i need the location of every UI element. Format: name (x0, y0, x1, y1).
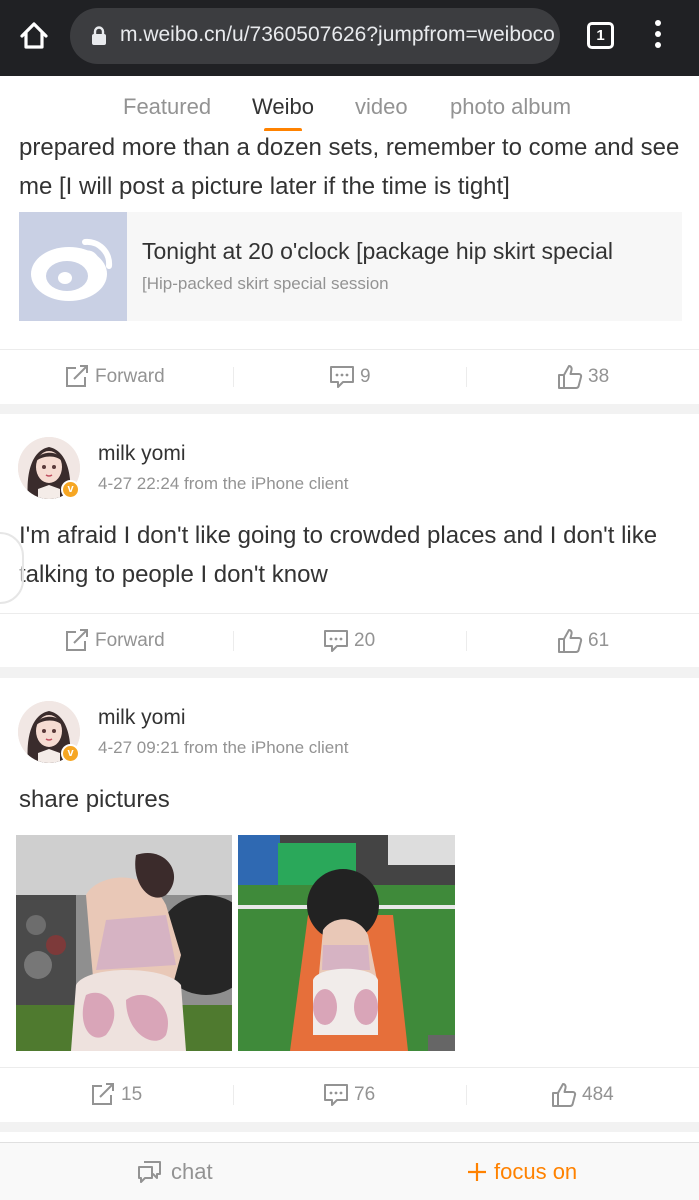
tabs-icon[interactable]: 1 (587, 22, 614, 49)
divider (233, 1085, 234, 1105)
comment-icon (324, 1084, 348, 1106)
divider (466, 1085, 467, 1105)
like-icon (558, 629, 583, 653)
like-button[interactable]: 61 (557, 614, 609, 668)
article-subtitle: [Hip-packed skirt special session (142, 274, 389, 293)
forward-icon (66, 365, 88, 387)
forward-label: Forward (95, 630, 165, 651)
chat-label: chat (171, 1159, 213, 1184)
comment-button[interactable]: 76 (323, 1068, 375, 1122)
post-meta: 4-27 22:24 from the iPhone client (98, 474, 349, 493)
forward-icon (66, 629, 88, 651)
post-photo[interactable] (16, 835, 232, 1051)
browser-toolbar: m.weibo.cn/u/7360507626?jumpfrom=weiboco… (0, 0, 699, 76)
like-button[interactable]: 484 (551, 1068, 614, 1122)
chat-icon (138, 1161, 161, 1183)
follow-label: focus on (494, 1159, 578, 1184)
divider (466, 367, 467, 387)
post-text: prepared more than a dozen sets, remembe… (19, 134, 680, 200)
comment-count: 9 (360, 366, 371, 387)
user-name[interactable]: milk yomi (98, 442, 186, 466)
divider (233, 367, 234, 387)
post-card-peek (0, 1132, 699, 1142)
comment-button[interactable]: 20 (323, 614, 375, 668)
post-actions: 15 76 484 (0, 1067, 699, 1121)
post-actions: Forward 9 38 (0, 349, 699, 403)
post-meta: 4-27 09:21 from the iPhone client (98, 738, 349, 757)
tab-featured[interactable]: Featured (123, 94, 211, 120)
user-name[interactable]: milk yomi (98, 706, 186, 730)
more-icon[interactable] (648, 20, 668, 52)
article-title: Tonight at 20 o'clock [package hip skirt… (142, 238, 614, 264)
home-icon[interactable] (14, 16, 54, 56)
post-text: I'm afraid I don't like going to crowded… (19, 522, 658, 588)
tab-photo-album[interactable]: photo album (450, 94, 571, 120)
forward-button[interactable]: Forward (64, 614, 165, 668)
address-bar[interactable]: m.weibo.cn/u/7360507626?jumpfrom=weiboco… (70, 8, 560, 64)
comment-button[interactable]: 9 (329, 350, 371, 404)
tab-video[interactable]: video (355, 94, 408, 120)
like-icon (558, 365, 583, 389)
follow-button[interactable]: focus on (466, 1143, 577, 1200)
like-button[interactable]: 38 (557, 350, 609, 404)
plus-icon (468, 1163, 486, 1181)
url-text: m.weibo.cn/u/7360507626?jumpfrom=weiboco… (120, 23, 555, 46)
article-card[interactable]: Tonight at 20 o'clock [package hip skirt… (19, 212, 682, 321)
tab-weibo[interactable]: Weibo (252, 94, 314, 120)
forward-label: Forward (95, 366, 165, 387)
comment-icon (324, 630, 348, 652)
bottom-action-bar: chat focus on (0, 1142, 699, 1200)
comment-count: 76 (354, 1084, 376, 1105)
chat-button[interactable]: chat (137, 1143, 213, 1200)
comment-count: 20 (354, 630, 376, 651)
forward-button[interactable]: Forward (64, 350, 165, 404)
verified-icon: v (61, 744, 80, 763)
divider (233, 631, 234, 651)
post-actions: Forward 20 61 (0, 613, 699, 667)
weibo-logo-thumbnail (19, 212, 127, 321)
post-text: share pictures (19, 786, 170, 813)
verified-icon: v (61, 480, 80, 499)
lock-icon (90, 26, 108, 46)
like-icon (552, 1083, 577, 1107)
post-card: v milk yomi 4-27 09:21 from the iPhone c… (0, 678, 699, 1122)
forward-icon (92, 1083, 114, 1105)
like-count: 484 (582, 1084, 614, 1105)
forward-count: 15 (121, 1084, 143, 1105)
divider (466, 631, 467, 651)
post-card: prepared more than a dozen sets, remembe… (0, 131, 699, 404)
like-count: 38 (588, 366, 610, 387)
post-card: v milk yomi 4-27 22:24 from the iPhone c… (0, 414, 699, 667)
post-photo[interactable] (238, 835, 455, 1051)
like-count: 61 (588, 630, 610, 651)
forward-button[interactable]: 15 (90, 1068, 142, 1122)
comment-icon (330, 366, 354, 388)
